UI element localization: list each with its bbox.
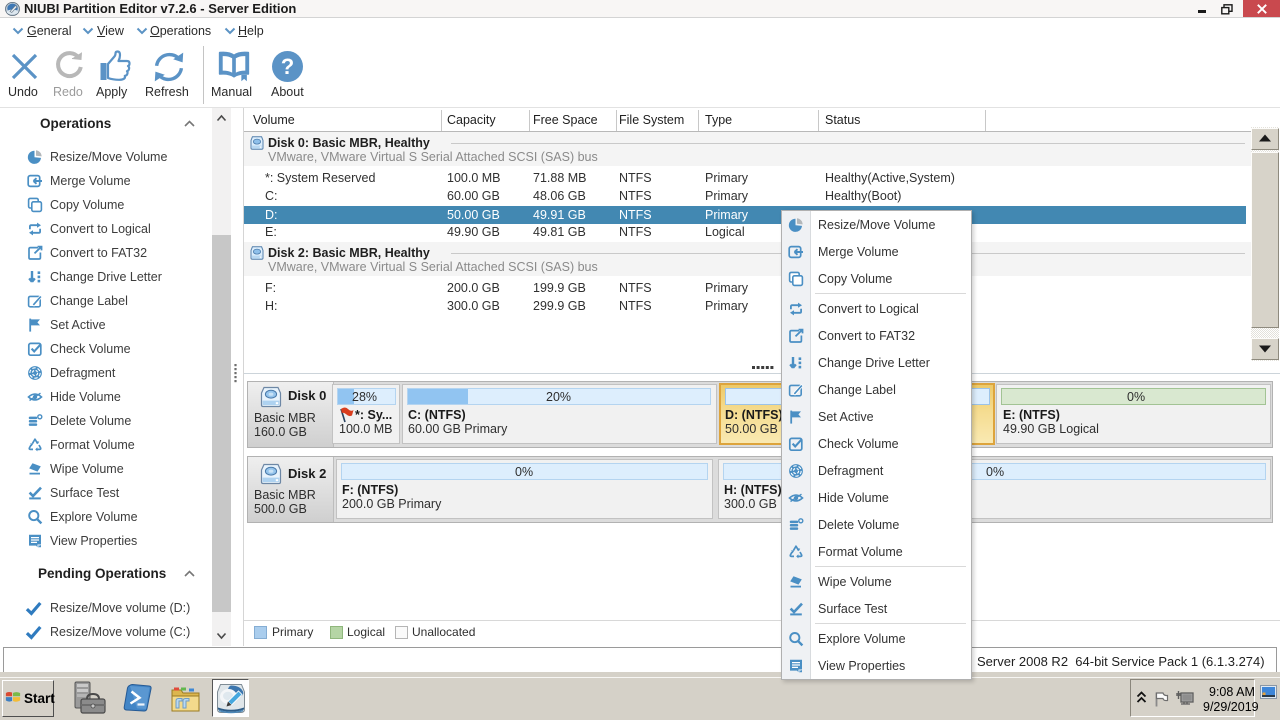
svg-text:?: ? — [281, 54, 294, 79]
